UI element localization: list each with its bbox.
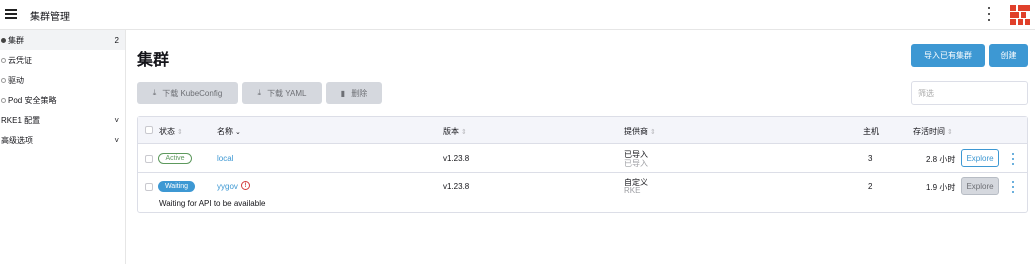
button-label: 下载 KubeConfig bbox=[162, 88, 223, 98]
table-header: 状态 ⇕ 名称 ⌄ 版本 ⇕ 提供商 ⇕ 主机 存活时间 ⇕ bbox=[138, 117, 1027, 144]
cluster-hosts: 3 bbox=[868, 154, 873, 163]
rancher-logo[interactable] bbox=[1010, 5, 1030, 25]
download-kubeconfig-button[interactable]: ⤓ 下载 KubeConfig bbox=[137, 82, 238, 104]
cluster-provider-sub: RKE bbox=[624, 186, 641, 195]
column-header-version[interactable]: 版本 ⇕ bbox=[443, 126, 467, 137]
sidebar-group-rke1-config[interactable]: RKE1 配置 ˅ bbox=[0, 110, 125, 130]
create-button[interactable]: 创建 bbox=[989, 44, 1028, 67]
download-icon: ⤓ bbox=[257, 88, 262, 97]
chevron-down-icon: ˅ bbox=[114, 115, 119, 125]
delete-button[interactable]: ▮ 删除 bbox=[326, 82, 382, 104]
warning-icon: ! bbox=[241, 181, 250, 190]
sort-icon: ⇕ bbox=[177, 129, 183, 136]
status-badge: Waiting bbox=[158, 181, 195, 192]
row-checkbox[interactable] bbox=[145, 183, 153, 191]
row-actions-icon[interactable] bbox=[1010, 153, 1016, 165]
status-badge: Active bbox=[158, 153, 192, 164]
top-bar: 集群管理 bbox=[0, 0, 1035, 30]
app-title: 集群管理 bbox=[30, 12, 70, 23]
table-row: Waiting yygov ! v1.23.8 自定义 RKE 2 1.9 小时… bbox=[138, 174, 1027, 212]
button-label: 下载 YAML bbox=[267, 88, 307, 98]
column-header-age[interactable]: 存活时间 ⇕ bbox=[913, 126, 953, 137]
sidebar-item-label: RKE1 配置 bbox=[1, 115, 41, 125]
sidebar-item-label: 高级选项 bbox=[1, 135, 33, 145]
download-icon: ⤓ bbox=[152, 88, 157, 97]
menu-icon[interactable] bbox=[5, 9, 17, 19]
explore-button[interactable]: Explore bbox=[961, 177, 999, 195]
nav-dot-icon bbox=[1, 57, 6, 63]
import-cluster-button[interactable]: 导入已有集群 bbox=[911, 44, 985, 67]
cluster-version: v1.23.8 bbox=[443, 154, 470, 163]
sidebar-item-count: 2 bbox=[114, 35, 119, 45]
sort-down-icon: ⌄ bbox=[235, 129, 241, 136]
row-checkbox[interactable] bbox=[145, 155, 153, 163]
column-header-provider[interactable]: 提供商 ⇕ bbox=[624, 126, 656, 137]
sort-icon: ⇕ bbox=[947, 129, 953, 136]
column-header-hosts[interactable]: 主机 bbox=[863, 126, 879, 137]
page-title: 集群 bbox=[137, 52, 170, 69]
sidebar-item-label: Pod 安全策略 bbox=[8, 95, 57, 105]
trash-icon: ▮ bbox=[340, 88, 346, 98]
cluster-name-link[interactable]: local bbox=[217, 154, 233, 163]
chevron-down-icon: ˅ bbox=[114, 135, 119, 145]
column-header-state[interactable]: 状态 ⇕ bbox=[159, 126, 183, 137]
sidebar-item-label: 集群 bbox=[8, 35, 24, 45]
nav-dot-icon bbox=[1, 77, 6, 83]
download-yaml-button[interactable]: ⤓ 下载 YAML bbox=[242, 82, 322, 104]
nav-dot-icon bbox=[1, 37, 6, 43]
table-row: Active local v1.23.8 已导入 已导入 3 2.8 小时 Ex… bbox=[138, 145, 1027, 173]
sidebar-item-pod-security-policies[interactable]: Pod 安全策略 bbox=[0, 90, 125, 110]
cluster-provider-sub: 已导入 bbox=[624, 159, 648, 168]
select-all-checkbox[interactable] bbox=[145, 126, 153, 134]
cluster-name-link[interactable]: yygov bbox=[217, 182, 238, 191]
sidebar: 集群 2 云凭证 驱动 Pod 安全策略 RKE1 配置 ˅ 高级选项 ˅ bbox=[0, 30, 126, 264]
button-label: 删除 bbox=[351, 88, 368, 98]
more-options-icon[interactable] bbox=[986, 7, 992, 21]
nav-dot-icon bbox=[1, 97, 6, 103]
cluster-hosts: 2 bbox=[868, 182, 873, 191]
sidebar-item-label: 云凭证 bbox=[8, 55, 32, 65]
sort-icon: ⇕ bbox=[461, 129, 467, 136]
clusters-table: 状态 ⇕ 名称 ⌄ 版本 ⇕ 提供商 ⇕ 主机 存活时间 ⇕ Active local v… bbox=[137, 116, 1028, 213]
sort-icon: ⇕ bbox=[650, 129, 656, 136]
cluster-version: v1.23.8 bbox=[443, 182, 470, 191]
explore-button[interactable]: Explore bbox=[961, 149, 999, 167]
sidebar-item-label: 驱动 bbox=[8, 75, 24, 85]
sidebar-item-clusters[interactable]: 集群 2 bbox=[0, 30, 125, 50]
column-header-name[interactable]: 名称 ⌄ bbox=[217, 126, 241, 137]
cluster-age: 1.9 小时 bbox=[926, 183, 956, 192]
sidebar-group-advanced[interactable]: 高级选项 ˅ bbox=[0, 130, 125, 150]
filter-input[interactable] bbox=[911, 81, 1028, 105]
cluster-status-message: Waiting for API to be available bbox=[159, 199, 266, 208]
sidebar-item-cloud-credentials[interactable]: 云凭证 bbox=[0, 50, 125, 70]
sidebar-item-drivers[interactable]: 驱动 bbox=[0, 70, 125, 90]
row-actions-icon[interactable] bbox=[1010, 181, 1016, 193]
cluster-age: 2.8 小时 bbox=[926, 155, 956, 164]
